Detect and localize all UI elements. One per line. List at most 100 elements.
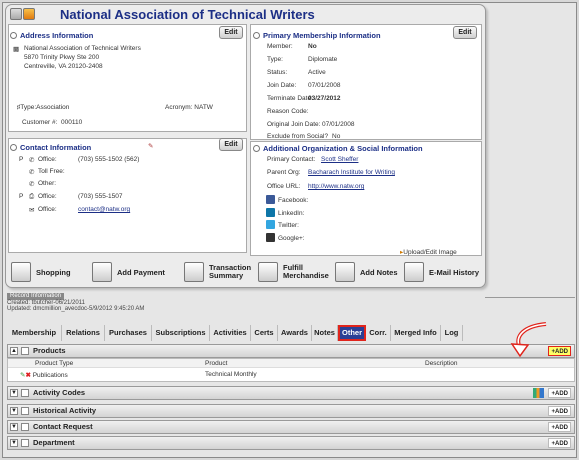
tab-membership[interactable]: Membership: [7, 325, 62, 341]
membership-label: Member:: [267, 43, 293, 50]
address-line-1: National Association of Technical Writer…: [24, 45, 141, 52]
membership-label: Type:: [267, 56, 283, 63]
upload-image-link[interactable]: ▸Upload/Edit Image: [400, 248, 457, 256]
office-url-link[interactable]: http://www.natw.org: [308, 183, 364, 190]
add-historical-activity-button[interactable]: +ADD: [548, 406, 571, 416]
add-activity-code-button[interactable]: +ADD: [548, 388, 571, 398]
add-department-button[interactable]: +ADD: [548, 438, 571, 448]
contact-email-link[interactable]: contact@natw.org: [78, 206, 130, 213]
linkedin-row: LinkedIn:: [266, 208, 304, 217]
add-contact-request-button[interactable]: +ADD: [548, 422, 571, 432]
tab-certs[interactable]: Certs: [251, 325, 278, 341]
add-notes-button[interactable]: Add Notes: [335, 258, 398, 286]
membership-value: No: [332, 133, 341, 140]
edit-contact-icon[interactable]: ✎: [148, 142, 153, 150]
products-group-header[interactable]: ▲ Products +ADD: [7, 344, 575, 358]
fulfill-merchandise-button[interactable]: Fulfill Merchandise: [258, 258, 329, 286]
record-updated: Updated: dmcmillion_avecdoc-5/9/2012 9:4…: [7, 306, 145, 312]
type-field: ♯Type:Association: [17, 104, 70, 111]
collapse-icon[interactable]: [10, 8, 22, 20]
contact-request-group-header[interactable]: ▼ Contact Request +ADD: [7, 420, 575, 434]
contact-edit-button[interactable]: Edit: [219, 138, 243, 151]
column-description: Description: [425, 360, 458, 367]
membership-label: Terminate Date:: [267, 95, 313, 102]
tab-purchases[interactable]: Purchases: [105, 325, 152, 341]
twitter-row: Twitter:: [266, 220, 299, 229]
expand-icon[interactable]: ▼: [10, 389, 18, 397]
notes-icon: [335, 262, 355, 282]
record-info-header: Record Information: [7, 293, 65, 300]
transaction-summary-button[interactable]: Transaction Summary: [184, 258, 251, 286]
chevron-icon[interactable]: [10, 32, 17, 39]
record-information: Record Information Created: tbutcher-06/…: [7, 292, 485, 312]
membership-edit-button[interactable]: Edit: [453, 26, 477, 39]
historical-activity-group-header[interactable]: ▼ Historical Activity +ADD: [7, 404, 575, 418]
primary-contact-label: Primary Contact:: [267, 156, 316, 163]
membership-label: Reason Code:: [267, 108, 309, 115]
google-plus-row: Google+:: [266, 233, 305, 242]
delete-icon[interactable]: ✖: [25, 372, 30, 379]
add-payment-button[interactable]: Add Payment: [92, 258, 165, 286]
address-panel: [8, 24, 247, 132]
contact-label: Office:: [38, 193, 57, 200]
group-icon: [21, 423, 29, 431]
membership-value: 07/01/2008: [322, 121, 355, 128]
chevron-icon[interactable]: [253, 145, 260, 152]
expand-icon[interactable]: ▼: [10, 407, 18, 415]
divider: [485, 297, 575, 298]
email-history-button[interactable]: E-Mail History: [404, 258, 479, 286]
parent-org-link[interactable]: Bacharach Institute for Writing: [308, 169, 395, 176]
contact-label: Other:: [38, 180, 57, 187]
membership-label: Status:: [267, 69, 288, 76]
linkedin-icon[interactable]: [266, 208, 275, 217]
additional-header: Additional Organization & Social Informa…: [253, 144, 423, 153]
phone-icon: ✆: [29, 169, 35, 176]
address-line-3: Centreville, VA 20120-2408: [24, 63, 103, 70]
twitter-icon[interactable]: [266, 220, 275, 229]
expand-icon[interactable]: ▼: [10, 439, 18, 447]
fax-icon: ⎙: [29, 193, 35, 200]
tab-activities[interactable]: Activities: [210, 325, 251, 341]
membership-label: Exclude from Social?: [267, 133, 329, 140]
tab-notes[interactable]: Notes: [312, 325, 338, 341]
facebook-icon[interactable]: [266, 195, 275, 204]
address-line-2: 5870 Trinity Pkwy Ste 200: [24, 54, 100, 61]
tab-awards[interactable]: Awards: [278, 325, 312, 341]
tab-other[interactable]: Other: [338, 325, 366, 341]
bar-chart-icon[interactable]: [533, 388, 544, 398]
contact-flag: P: [19, 193, 24, 200]
phone-icon: ✆: [29, 181, 35, 188]
activity-codes-group-header[interactable]: ▼ Activity Codes +ADD: [7, 386, 575, 400]
credit-card-icon: [92, 262, 112, 282]
shopping-cart-icon: [11, 262, 31, 282]
contact-header: Contact Information: [10, 143, 91, 152]
tab-corr[interactable]: Corr.: [366, 325, 391, 341]
group-icon: [21, 347, 29, 355]
address-edit-button[interactable]: Edit: [219, 26, 243, 39]
group-icon: [21, 407, 29, 415]
membership-value: No: [308, 43, 317, 50]
email-icon: ✉: [29, 207, 35, 214]
email-history-icon: [404, 262, 424, 282]
facebook-row: Facebook:: [266, 195, 308, 204]
tab-subscriptions[interactable]: Subscriptions: [152, 325, 210, 341]
primary-contact-link[interactable]: Scott Sheffer: [321, 156, 358, 163]
group-icon: [21, 439, 29, 447]
membership-header: Primary Membership Information: [253, 31, 381, 40]
collapse-icon[interactable]: ▲: [10, 347, 18, 355]
action-bar: Shopping Add Payment Transaction Summary…: [7, 258, 484, 287]
chevron-icon[interactable]: [253, 32, 260, 39]
bar-chart-icon: [184, 262, 204, 282]
expand-icon[interactable]: ▼: [10, 423, 18, 431]
chevron-icon[interactable]: [10, 144, 17, 151]
tab-merged-info[interactable]: Merged Info: [391, 325, 441, 341]
membership-label: Original Join Date:: [267, 121, 321, 128]
product-cell: Technical Monthly: [205, 371, 257, 378]
tab-log[interactable]: Log: [441, 325, 463, 341]
department-group-header[interactable]: ▼ Department +ADD: [7, 436, 575, 450]
google-plus-icon[interactable]: [266, 233, 275, 242]
contact-label: Office:: [38, 156, 57, 163]
tab-relations[interactable]: Relations: [62, 325, 105, 341]
customer-number-field: Customer #: 000110: [22, 119, 83, 126]
shopping-button[interactable]: Shopping: [11, 258, 71, 286]
